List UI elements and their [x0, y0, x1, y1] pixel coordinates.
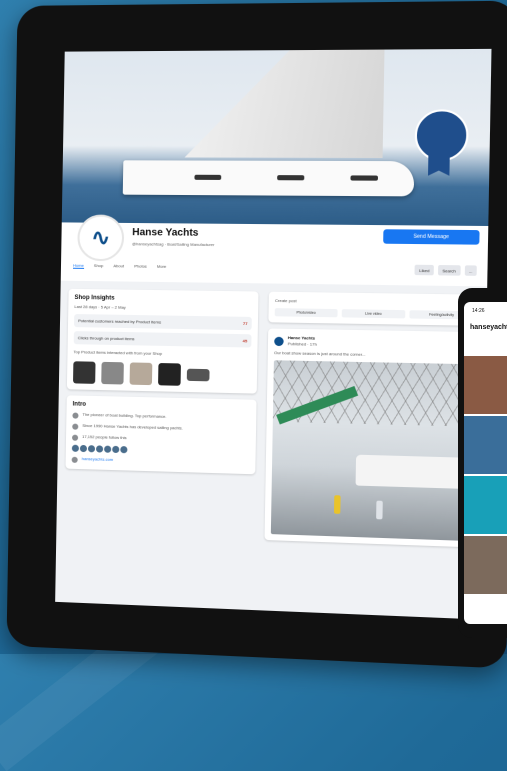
- photo-video-button[interactable]: Photo/video: [274, 308, 338, 318]
- phone-screen: 14:26 hanseyachts: [464, 302, 507, 624]
- top-products-label: Top Product items interacted with from y…: [73, 349, 163, 356]
- more-button[interactable]: ...: [464, 265, 477, 276]
- tab-more[interactable]: More: [157, 264, 166, 270]
- intro-text: Since 1990 Hanse Yachts has developed sa…: [82, 422, 183, 431]
- intro-line: The pioneer of boat building. Top perfor…: [72, 412, 250, 424]
- post-composer: Create post Photo/video Live video Feeli…: [268, 291, 481, 326]
- feed-post: Hanse Yachts Published · 17h Our boat sh…: [264, 328, 480, 548]
- phone-device: 14:26 hanseyachts: [458, 288, 507, 638]
- insight-label: Potential customers reached by Product I…: [78, 318, 162, 325]
- page-tabs: Home Shop About Photos More: [72, 262, 166, 270]
- award-badge: [414, 109, 469, 162]
- insight-row[interactable]: Clicks through on product items 45: [73, 331, 252, 348]
- composer-label[interactable]: Create post: [275, 298, 474, 307]
- profile-header: ∿ Hanse Yachts @hanseyachtsag · Boat/Sai…: [60, 214, 489, 287]
- post-text: Our boat show season is just around the …: [274, 350, 366, 357]
- grid-photo[interactable]: [464, 476, 507, 534]
- grid-photo[interactable]: [464, 416, 507, 474]
- search-button[interactable]: Search: [437, 265, 461, 276]
- grid-photo[interactable]: [464, 536, 507, 594]
- tablet-screen: ∿ Hanse Yachts @hanseyachtsag · Boat/Sai…: [55, 48, 492, 620]
- shop-insights-title: Shop Insights: [74, 294, 115, 302]
- follower-avatars: [71, 444, 250, 457]
- hull-window: [350, 175, 379, 181]
- followers-count: 17,152 people follow this: [82, 433, 127, 441]
- avatar[interactable]: [104, 445, 112, 453]
- followers-icon: [72, 434, 79, 441]
- info-icon: [72, 423, 79, 430]
- phone-clock: 14:26: [472, 308, 485, 314]
- hanse-logo-icon[interactable]: ∿: [77, 214, 125, 262]
- insight-label: Clicks through on product items: [77, 335, 135, 342]
- hall-roof-truss: [272, 360, 473, 427]
- product-tshirt-thumbnail[interactable]: [101, 361, 124, 385]
- shop-insights-period: Last 28 days · 5 Apr – 2 May: [74, 303, 126, 310]
- avatar[interactable]: [95, 445, 104, 453]
- insight-value: 77: [242, 320, 248, 327]
- intro-line: Since 1990 Hanse Yachts has developed sa…: [72, 423, 250, 435]
- tab-about[interactable]: About: [113, 263, 124, 269]
- award-badge-ribbon: [428, 155, 450, 176]
- product-cap-thumbnail[interactable]: [73, 361, 96, 384]
- author-avatar[interactable]: [274, 336, 284, 347]
- right-column: Create post Photo/video Live video Feeli…: [264, 291, 481, 554]
- product-hoodie-thumbnail[interactable]: [129, 362, 153, 386]
- website-link[interactable]: hanseyachts.com: [82, 456, 114, 464]
- avatar[interactable]: [71, 444, 79, 452]
- live-video-button[interactable]: Live video: [341, 309, 406, 319]
- intro-line: hanseyachts.com: [71, 456, 250, 468]
- insight-row[interactable]: Potential customers reached by Product I…: [73, 314, 252, 331]
- globe-icon: [71, 456, 78, 463]
- post-meta: Published · 17h: [287, 341, 317, 347]
- product-list: [73, 361, 251, 387]
- info-icon: [72, 412, 79, 419]
- liked-button[interactable]: Liked: [414, 264, 434, 276]
- composer-buttons: Photo/video Live video Feeling/activity: [274, 308, 474, 320]
- post-header: Hanse Yachts Published · 17h: [274, 335, 473, 351]
- shop-insights-card: Shop Insights Last 28 days · 5 Apr – 2 M…: [66, 288, 259, 394]
- worker-figure: [376, 500, 383, 520]
- worker-figure: [333, 495, 341, 514]
- insight-value: 45: [242, 338, 248, 344]
- yacht-in-hall: [355, 454, 473, 490]
- send-message-button[interactable]: Send Message: [383, 229, 480, 245]
- page-actions: Liked Search ...: [414, 264, 477, 276]
- yacht-sail: [174, 50, 384, 158]
- intro-line: 17,152 people follow this: [72, 434, 250, 446]
- instagram-grid: [464, 356, 507, 596]
- avatar[interactable]: [112, 445, 120, 454]
- hull-window: [194, 174, 222, 180]
- instagram-handle[interactable]: hanseyachts: [470, 324, 507, 331]
- tab-photos[interactable]: Photos: [134, 263, 147, 269]
- intro-title: Intro: [72, 401, 87, 408]
- post-photo[interactable]: [270, 360, 473, 542]
- page-subtitle: @hanseyachtsag · Boat/Sailing Manufactur…: [131, 241, 215, 248]
- intro-text: The pioneer of boat building. Top perfor…: [82, 411, 167, 419]
- yacht-hull: [122, 160, 415, 197]
- tab-shop[interactable]: Shop: [94, 263, 104, 269]
- page-title: Hanse Yachts: [132, 227, 199, 239]
- intro-card: Intro The pioneer of boat building. Top …: [65, 395, 257, 475]
- avatar[interactable]: [79, 444, 88, 453]
- cover-photo[interactable]: [61, 48, 492, 227]
- left-column: Shop Insights Last 28 days · 5 Apr – 2 M…: [65, 288, 259, 481]
- avatar[interactable]: [87, 445, 96, 453]
- tablet-device: ∿ Hanse Yachts @hanseyachtsag · Boat/Sai…: [6, 0, 507, 669]
- product-accessory-thumbnail[interactable]: [186, 368, 210, 382]
- hull-window: [277, 175, 305, 181]
- tab-home[interactable]: Home: [72, 262, 84, 269]
- avatar[interactable]: [120, 446, 128, 454]
- product-beanie-thumbnail[interactable]: [158, 363, 181, 386]
- grid-photo[interactable]: [464, 356, 507, 414]
